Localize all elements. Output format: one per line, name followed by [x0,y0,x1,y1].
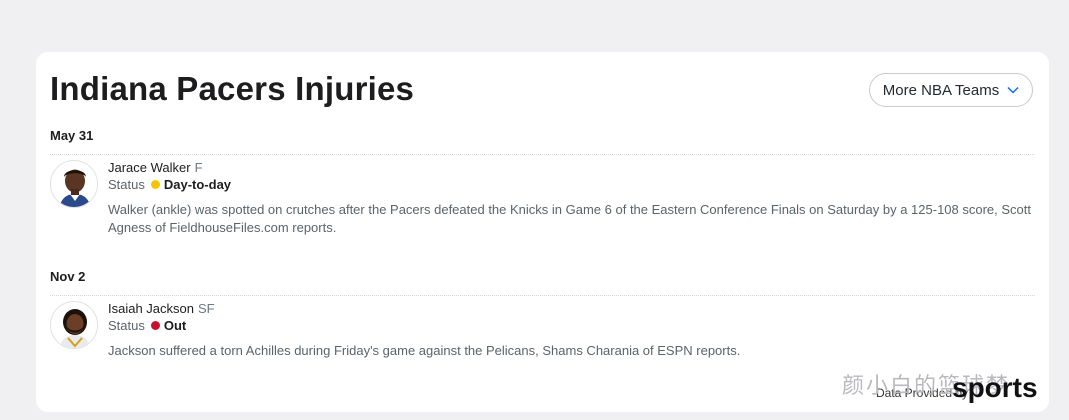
status-value: Out [163,318,187,333]
player-name: Jarace Walker F [108,160,203,175]
chevron-down-icon [1007,86,1019,94]
injury-note: Walker (ankle) was spotted on crutches a… [108,202,1032,235]
sports-brand: sports [952,372,1038,403]
injury-date: May 31 [50,128,94,143]
player-position: SF [198,301,215,316]
divider [50,154,1035,155]
player-position: F [194,160,203,175]
status-label: Status [108,177,145,192]
page-title: Indiana Pacers Injuries [50,70,415,107]
player-status: Status Out [108,318,186,333]
more-nba-teams-label: More NBA Teams [882,81,1000,99]
player-avatar[interactable] [50,301,98,349]
player-name: Isaiah Jackson SF [108,301,215,316]
status-dot-icon [150,321,160,330]
injury-date: Nov 2 [50,269,86,284]
status-value: Day-to-day [163,177,232,192]
status-label: Status [108,318,145,333]
player-avatar[interactable] [50,160,98,208]
player-status: Status Day-to-day [108,177,231,192]
player-name-text[interactable]: Isaiah Jackson [108,301,194,316]
player-name-text[interactable]: Jarace Walker [108,160,191,175]
more-nba-teams-button[interactable]: More NBA Teams [869,73,1033,107]
divider [50,295,1035,296]
injuries-card: Indiana Pacers Injuries More NBA Teams M… [36,52,1049,412]
injury-note: Jackson suffered a torn Achilles during … [108,343,741,358]
status-dot-icon [150,180,160,189]
